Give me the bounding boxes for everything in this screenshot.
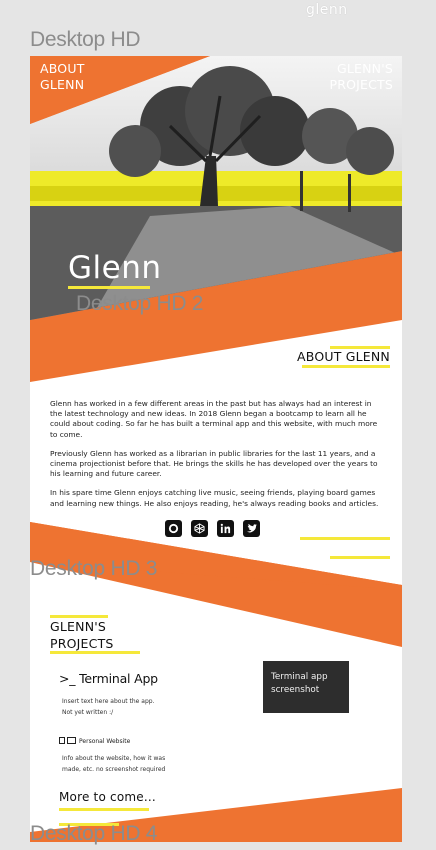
projects-heading-bar-bottom: [50, 651, 140, 654]
terminal-desc-line: Insert text here about the app.: [62, 698, 155, 705]
top-logo: glenn: [306, 2, 348, 18]
twitter-icon[interactable]: [243, 520, 260, 537]
nav-projects-line2: PROJECTS: [329, 77, 393, 92]
divider-bar: [330, 556, 390, 559]
about-heading-bar-bottom: [302, 365, 390, 368]
screenshot-label-line: screenshot: [271, 684, 320, 695]
github-icon[interactable]: [165, 520, 182, 537]
about-paragraph: Glenn has worked in a few different area…: [50, 399, 378, 439]
hero-title: Glenn: [68, 250, 162, 286]
social-links: [165, 520, 260, 537]
about-paragraph: Previously Glenn has worked as a librari…: [50, 448, 378, 479]
more-underline: [59, 808, 149, 811]
linkedin-icon[interactable]: [217, 520, 234, 537]
screenshot-label-line: Terminal app: [271, 672, 328, 682]
website-desc-line: Info about the website, how it was: [62, 755, 166, 762]
terminal-app-description: Insert text here about the app. Not yet …: [62, 697, 154, 718]
projects-heading: GLENN'S PROJECTS: [50, 618, 114, 652]
nav-projects-line1: GLENN'S: [336, 61, 393, 76]
projects-heading-line1: GLENN'S: [50, 619, 107, 634]
personal-website-description: Info about the website, how it was made,…: [62, 754, 165, 775]
terminal-screenshot-placeholder: Terminal app screenshot: [263, 661, 349, 713]
frame-label-desktop-hd[interactable]: Desktop HD: [30, 28, 141, 52]
hero-frame: ABOUT GLENN GLENN'S PROJECTS Glenn: [30, 56, 402, 320]
broken-image-icon: [59, 737, 65, 744]
nav-about-line1: ABOUT: [40, 61, 85, 76]
hero-title-underline: [68, 286, 150, 289]
personal-website-label: Personal Website: [79, 738, 131, 745]
about-paragraph: In his spare time Glenn enjoys catching …: [50, 488, 379, 508]
nav-projects-link[interactable]: GLENN'S PROJECTS: [329, 61, 393, 93]
terminal-app-title[interactable]: >_ Terminal App: [59, 671, 158, 686]
terminal-desc-line: Not yet written :/: [62, 708, 114, 716]
nav-about-link[interactable]: ABOUT GLENN: [40, 61, 85, 93]
monitor-icon: [67, 737, 76, 744]
divider-bar: [300, 537, 390, 540]
more-to-come: More to come...: [59, 790, 156, 804]
about-heading-bar-top: [330, 346, 390, 349]
website-desc-line: made, etc. no screenshot required: [62, 765, 166, 773]
personal-website-title[interactable]: Personal Website: [59, 737, 130, 745]
frame-label-desktop-hd-3[interactable]: Desktop HD 3: [30, 557, 157, 581]
codepen-icon[interactable]: [191, 520, 208, 537]
frame-label-desktop-hd-4[interactable]: Desktop HD 4: [30, 822, 157, 846]
about-heading: ABOUT GLENN: [297, 349, 390, 364]
content-frame: ABOUT GLENN Glenn has worked in a few di…: [30, 320, 402, 842]
about-body: Glenn has worked in a few different area…: [50, 399, 380, 518]
projects-heading-line2: PROJECTS: [50, 636, 114, 651]
frame-label-desktop-hd-2[interactable]: Desktop HD 2: [76, 292, 203, 316]
nav-about-line2: GLENN: [40, 77, 85, 92]
